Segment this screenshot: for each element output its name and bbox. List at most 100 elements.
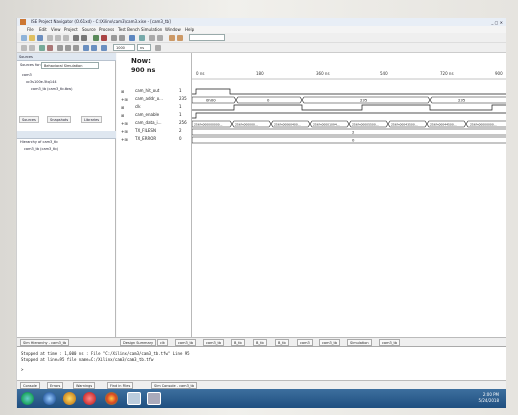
bus-value: 235 [360, 98, 368, 103]
bus-value: 256'h00001094... [313, 122, 340, 126]
menu-edit[interactable]: Edit [39, 26, 47, 33]
run-all-icon[interactable] [91, 45, 97, 51]
save-icon[interactable] [37, 35, 43, 41]
undo-icon[interactable] [73, 35, 79, 41]
hierarchy-item-tb[interactable]: cam3_tb (cam3_tb) [24, 147, 58, 151]
restart-icon[interactable] [83, 45, 89, 51]
tab-simulation[interactable]: Simulation [347, 339, 372, 346]
tool-move-icon[interactable] [29, 45, 35, 51]
menu-window[interactable]: Window [165, 26, 181, 33]
menu-process[interactable]: Process [99, 26, 114, 33]
menu-simulation[interactable]: Simulation [141, 26, 162, 33]
tab-sources[interactable]: Sources [19, 116, 39, 123]
tab-doc[interactable]: cam3_tb [379, 339, 401, 346]
tab-doc[interactable]: B_tb [231, 339, 245, 346]
zoom-fit-icon[interactable] [73, 45, 79, 51]
tab-errors[interactable]: Errors [47, 382, 64, 389]
bus-expand-icon: +⊞ [121, 97, 128, 102]
bookmark-icon[interactable] [177, 35, 183, 41]
tab-doc[interactable]: cam3_tb [175, 339, 197, 346]
find-icon[interactable] [149, 35, 155, 41]
sources-for-select[interactable]: Behavioral Simulation [41, 62, 99, 69]
tab-clk[interactable]: clk [157, 339, 168, 346]
menu-view[interactable]: View [51, 26, 61, 33]
bus-expand-icon: +⊞ [121, 137, 128, 142]
redo-icon[interactable] [81, 35, 87, 41]
ie-icon[interactable] [43, 392, 56, 405]
copy-icon[interactable] [55, 35, 61, 41]
menu-file[interactable]: File [27, 26, 34, 33]
window-tile-icon[interactable] [111, 35, 117, 41]
tree-item-project[interactable]: cam3 [22, 73, 32, 77]
tab-console[interactable]: Console [20, 382, 40, 389]
marker-icon[interactable] [169, 35, 175, 41]
tab-doc[interactable]: cam3 [297, 339, 313, 346]
tree-item-device[interactable]: xc3s100e-5tq144 [26, 80, 57, 84]
menu-source[interactable]: Source [82, 26, 96, 33]
clock-date: 5/24/2018 [478, 398, 499, 403]
sim-time-input[interactable]: 1000 [113, 44, 135, 51]
signal-bit-icon: ⊞ [121, 89, 125, 94]
time-tick-label: 900 [495, 71, 503, 76]
new-file-icon[interactable] [21, 35, 27, 41]
tab-doc[interactable]: cam3_tb [203, 339, 225, 346]
bus-value: 256'h000000000... [194, 122, 223, 126]
tab-sim-hierarchy[interactable]: Sim Hierarchy - cam3_tb [20, 339, 70, 346]
signal-value: 235 [179, 96, 187, 101]
zoom-out-icon[interactable] [65, 45, 71, 51]
document-tabs: Sim Hierarchy - cam3_tb Design Summary c… [17, 337, 506, 346]
console-output[interactable]: Stopped at time : 1,000 ns : File "C:/Xi… [17, 346, 506, 380]
run-for-icon[interactable] [101, 45, 107, 51]
window-cascade-icon[interactable] [119, 35, 125, 41]
toolbar-main [17, 33, 506, 43]
app-taskbar-icon[interactable] [147, 392, 161, 405]
waveform-add-icon[interactable] [39, 45, 45, 51]
zoom-in-icon[interactable] [57, 45, 63, 51]
signal-value: 1 [179, 112, 182, 117]
tab-doc[interactable]: B_tb [253, 339, 267, 346]
waveform-canvas[interactable]: 0 ns 180 360 ns 540 720 ns 900 0h00 0 23… [192, 53, 506, 337]
waveform-viewer: Now: 900 ns ⊞ cam_hit_out 1 +⊞ cam_addr_o.… [117, 53, 506, 337]
hierarchy-title: Hierarchy of cam3_tb [20, 140, 58, 144]
stop-icon[interactable] [101, 35, 107, 41]
waveform-delete-icon[interactable] [47, 45, 53, 51]
tab-snapshots[interactable]: Snapshots [47, 116, 72, 123]
zoom-icon[interactable] [139, 35, 145, 41]
system-clock[interactable]: 2:00 PM 5/24/2018 [478, 392, 499, 404]
time-unit-select[interactable]: ns [137, 44, 151, 51]
tab-warnings[interactable]: Warnings [73, 382, 96, 389]
console-prompt[interactable]: > [21, 367, 23, 372]
start-button-icon[interactable] [21, 392, 34, 405]
explorer-icon[interactable] [63, 392, 76, 405]
tab-libraries[interactable]: Libraries [81, 116, 103, 123]
chrome-icon[interactable] [105, 392, 118, 405]
open-folder-icon[interactable] [29, 35, 35, 41]
ise-taskbar-icon[interactable] [127, 392, 141, 405]
menu-help[interactable]: Help [185, 26, 194, 33]
hierarchy-header [17, 131, 116, 139]
binoculars-icon[interactable] [157, 35, 163, 41]
tab-find-in-files[interactable]: Find in Files [107, 382, 134, 389]
tab-doc[interactable]: cam3_tb [319, 339, 341, 346]
step-icon[interactable] [155, 45, 161, 51]
help-icon[interactable] [129, 35, 135, 41]
menu-testbench[interactable]: Test Bench [118, 26, 140, 33]
menu-project[interactable]: Project [64, 26, 78, 33]
left-panel: Sources Sources for: Behavioral Simulati… [17, 53, 116, 337]
tab-design-summary[interactable]: Design Summary [120, 339, 157, 346]
tool-select-icon[interactable] [21, 45, 27, 51]
time-tick-label: 0 ns [196, 71, 204, 76]
tab-doc[interactable]: B_tb [275, 339, 289, 346]
cut-icon[interactable] [47, 35, 53, 41]
toolbar-dropdown[interactable] [189, 34, 225, 41]
signal-bit-icon: ⊞ [121, 113, 125, 118]
console-line: Stopped at time : 1,000 ns : File "C:/Xi… [21, 351, 190, 356]
run-icon[interactable] [93, 35, 99, 41]
time-tick-label: 180 [256, 71, 264, 76]
tab-sim-console[interactable]: Sim Console - cam3_tb [151, 382, 198, 389]
media-player-icon[interactable] [83, 392, 96, 405]
tree-item-testbench[interactable]: cam3_tb (cam3_tb.tbw) [31, 87, 73, 91]
time-tick-label: 540 [380, 71, 388, 76]
bus-expand-icon: +⊞ [121, 129, 128, 134]
paste-icon[interactable] [63, 35, 69, 41]
